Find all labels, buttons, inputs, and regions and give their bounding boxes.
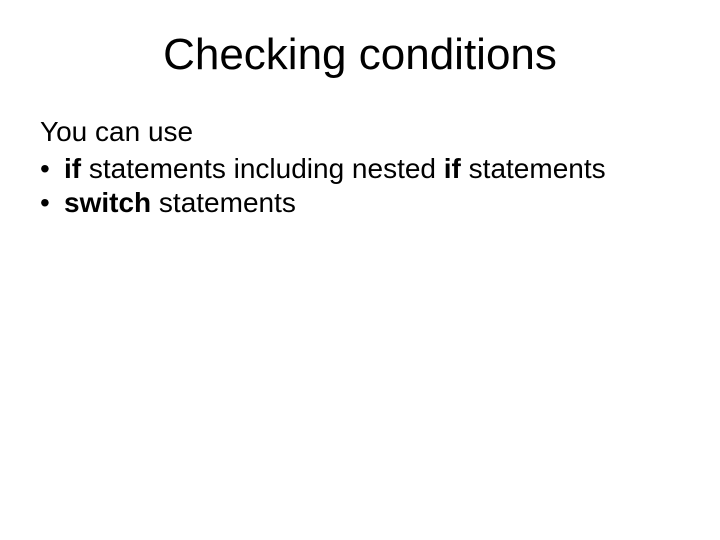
intro-text: You can use: [36, 116, 684, 148]
bullet-list: • if statements including nested if stat…: [36, 152, 684, 220]
bullet-text: switch statements: [64, 186, 684, 220]
bullet-icon: •: [40, 152, 64, 186]
list-item: • if statements including nested if stat…: [40, 152, 684, 186]
bullet-icon: •: [40, 186, 64, 220]
list-item: • switch statements: [40, 186, 684, 220]
bullet-text: if statements including nested if statem…: [64, 152, 684, 186]
slide-title: Checking conditions: [36, 30, 684, 80]
slide: Checking conditions You can use • if sta…: [0, 0, 720, 540]
